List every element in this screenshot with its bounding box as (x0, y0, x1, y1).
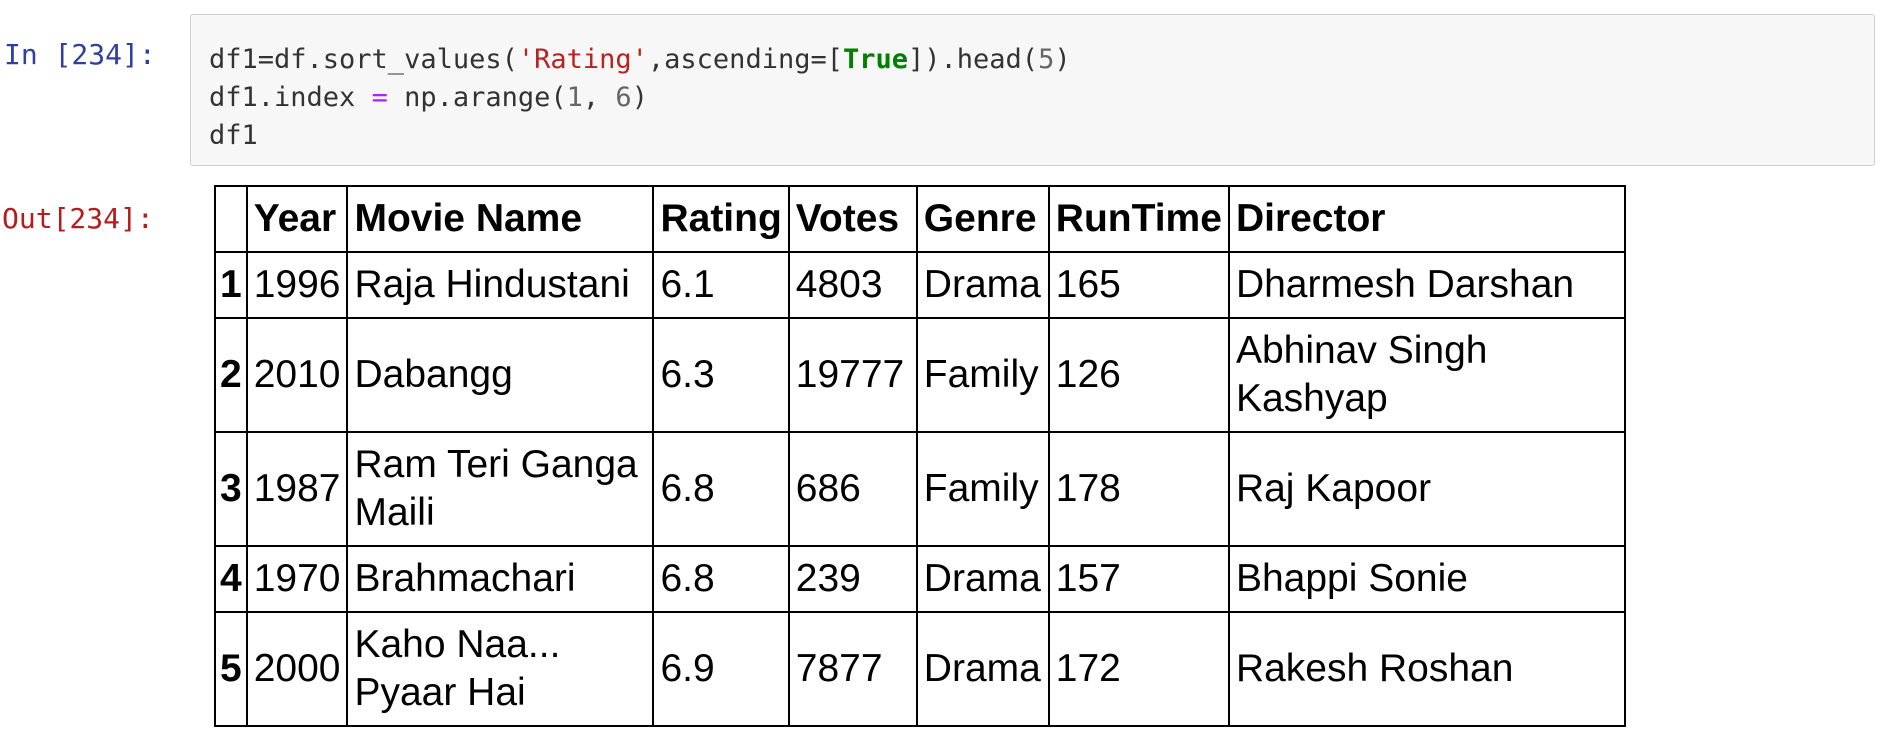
cell-director: Raj Kapoor (1227, 431, 1626, 547)
column-header-rating: Rating (652, 185, 790, 253)
table-row: 2 2010 Dabangg 6.3 19777 Family 126 Abhi… (214, 317, 1626, 433)
cell-movie-name: Ram Teri Ganga Maili (346, 431, 655, 547)
table-row: 1 1996 Raja Hindustani 6.1 4803 Drama 16… (214, 251, 1626, 319)
code-token: ]).head( (908, 44, 1039, 75)
cell-year: 1970 (245, 545, 349, 613)
code-token: df1.index (209, 82, 372, 113)
row-index: 4 (214, 545, 248, 613)
cell-votes: 19777 (787, 317, 918, 433)
cell-genre: Drama (915, 545, 1050, 613)
input-prompt: In [234]: (4, 38, 156, 71)
cell-director: Rakesh Roshan (1227, 611, 1626, 727)
cell-year: 2010 (245, 317, 349, 433)
cell-votes: 7877 (787, 611, 918, 727)
code-line-2: df1.index = np.arange(1, 6) (209, 79, 1856, 117)
cell-year: 1987 (245, 431, 349, 547)
cell-genre: Family (915, 317, 1050, 433)
cell-movie-name: Brahmachari (346, 545, 655, 613)
table-header-row: Year Movie Name Rating Votes Genre RunTi… (214, 185, 1626, 253)
row-index: 2 (214, 317, 248, 433)
code-operator-token: = (371, 82, 388, 113)
code-number-token: 5 (1038, 44, 1055, 75)
table-row: 5 2000 Kaho Naa... Pyaar Hai 6.9 7877 Dr… (214, 611, 1626, 727)
code-keyword-token: True (842, 44, 909, 75)
cell-votes: 686 (787, 431, 918, 547)
cell-rating: 6.1 (652, 251, 790, 319)
cell-year: 2000 (245, 611, 349, 727)
column-header-genre: Genre (915, 185, 1050, 253)
cell-runtime: 126 (1047, 317, 1230, 433)
row-index: 3 (214, 431, 248, 547)
cell-genre: Drama (915, 251, 1050, 319)
code-string-token: 'Rating' (517, 44, 648, 75)
code-token: ,ascending=[ (647, 44, 843, 75)
dataframe-table: Year Movie Name Rating Votes Genre RunTi… (214, 185, 1626, 727)
code-token: , (582, 82, 616, 113)
cell-votes: 4803 (787, 251, 918, 319)
cell-movie-name: Dabangg (346, 317, 655, 433)
cell-runtime: 178 (1047, 431, 1230, 547)
cell-runtime: 157 (1047, 545, 1230, 613)
row-index: 5 (214, 611, 248, 727)
code-token: ) (1054, 44, 1071, 75)
table-row: 4 1970 Brahmachari 6.8 239 Drama 157 Bha… (214, 545, 1626, 613)
table-row: 3 1987 Ram Teri Ganga Maili 6.8 686 Fami… (214, 431, 1626, 547)
column-header-votes: Votes (787, 185, 918, 253)
cell-runtime: 172 (1047, 611, 1230, 727)
column-header-director: Director (1227, 185, 1626, 253)
cell-rating: 6.8 (652, 545, 790, 613)
cell-director: Dharmesh Darshan (1227, 251, 1626, 319)
cell-genre: Drama (915, 611, 1050, 727)
index-header (214, 185, 248, 253)
cell-rating: 6.3 (652, 317, 790, 433)
column-header-movie-name: Movie Name (346, 185, 655, 253)
code-token: ) (631, 82, 648, 113)
code-token: df1=df.sort_values( (209, 44, 518, 75)
cell-year: 1996 (245, 251, 349, 319)
cell-director: Bhappi Sonie (1227, 545, 1626, 613)
code-token: np.arange( (387, 82, 567, 113)
code-line-3: df1 (209, 120, 258, 151)
row-index: 1 (214, 251, 248, 319)
cell-rating: 6.9 (652, 611, 790, 727)
code-line-1: df1=df.sort_values('Rating',ascending=[T… (209, 41, 1856, 79)
column-header-year: Year (245, 185, 349, 253)
code-number-token: 6 (615, 82, 632, 113)
cell-genre: Family (915, 431, 1050, 547)
cell-votes: 239 (787, 545, 918, 613)
cell-rating: 6.8 (652, 431, 790, 547)
code-number-token: 1 (566, 82, 583, 113)
code-input-cell[interactable]: df1=df.sort_values('Rating',ascending=[T… (190, 14, 1875, 166)
cell-movie-name: Kaho Naa... Pyaar Hai (346, 611, 655, 727)
output-prompt: Out[234]: (2, 202, 154, 235)
cell-runtime: 165 (1047, 251, 1230, 319)
cell-director: Abhinav Singh Kashyap (1227, 317, 1626, 433)
cell-movie-name: Raja Hindustani (346, 251, 655, 319)
column-header-runtime: RunTime (1047, 185, 1230, 253)
